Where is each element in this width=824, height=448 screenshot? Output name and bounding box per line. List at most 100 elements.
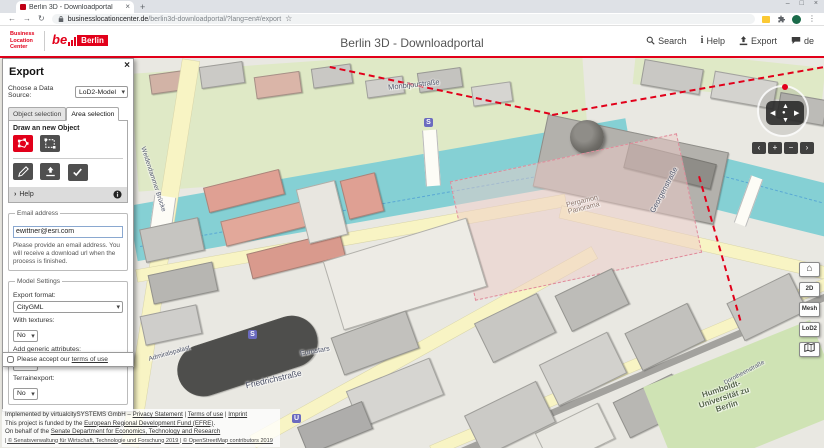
- imprint-link[interactable]: Imprint: [228, 411, 247, 418]
- export-button[interactable]: Export: [739, 36, 777, 46]
- ubahn-badge: U: [292, 414, 301, 423]
- export-label: Export: [750, 35, 777, 46]
- tab-area-selection[interactable]: Area selection: [66, 107, 120, 121]
- reload-icon[interactable]: ↻: [38, 14, 45, 24]
- compass-control[interactable]: ▲ ▼ ◀ ▶ ●: [757, 84, 809, 137]
- browser-menu-icon[interactable]: ⋮: [808, 14, 816, 24]
- tilt-left-button[interactable]: ‹: [752, 142, 766, 154]
- export-format-select[interactable]: CityGML ▾: [13, 301, 123, 313]
- tab-object-selection[interactable]: Object selection: [8, 107, 67, 121]
- data-source-select[interactable]: LoD2-Model ▾: [74, 86, 128, 98]
- site-favicon-icon: [20, 4, 26, 10]
- senate-link[interactable]: Senate Department for Economics, Technol…: [51, 428, 220, 435]
- back-icon[interactable]: ←: [8, 14, 16, 24]
- panel-title: Export: [9, 66, 44, 78]
- search-button[interactable]: Search: [646, 36, 687, 46]
- textures-select[interactable]: No ▾: [13, 329, 38, 342]
- terrain-export-label: Terrainexport:: [13, 375, 55, 382]
- chevron-down-icon: ▾: [116, 304, 120, 311]
- polygon-draw-icon: [17, 138, 29, 148]
- terms-link[interactable]: terms of use: [72, 356, 108, 363]
- chevron-down-icon: ▾: [31, 390, 35, 398]
- confirm-selection-button[interactable]: [67, 163, 88, 181]
- profile-avatar[interactable]: [792, 14, 801, 24]
- terms-prefix: Please accept our: [17, 356, 70, 363]
- view-control-bar: ‹ + − ›: [752, 142, 814, 154]
- model-settings-fieldset: Model Settings Export format: CityGML ▾ …: [8, 278, 128, 405]
- draw-rectangle-button[interactable]: [40, 135, 61, 152]
- folded-map-icon: [804, 342, 815, 353]
- footer-copyright: | © Senatsverwaltung für Wirtschaft, Tec…: [5, 437, 273, 444]
- help-button[interactable]: i Help: [701, 35, 725, 46]
- browser-url-bar: ← → ↻ businesslocationcenter.de/berlin3d…: [0, 13, 824, 26]
- search-label: Search: [658, 35, 687, 46]
- window-close-icon[interactable]: ×: [814, 0, 818, 7]
- terrain-export-value: No: [17, 390, 26, 397]
- email-hint: Please provide an email address. You wil…: [13, 242, 120, 265]
- forward-icon[interactable]: →: [23, 14, 31, 24]
- email-fieldset: Email address Please provide an email ad…: [8, 210, 128, 271]
- export-format-label: Export format:: [13, 292, 56, 299]
- url-domain: businesslocationcenter.de: [67, 15, 149, 23]
- export-upload-icon: [739, 35, 748, 45]
- pan-up-icon[interactable]: ▲: [782, 103, 789, 110]
- privacy-link[interactable]: Privacy Statement: [133, 411, 183, 418]
- window-maximize-icon[interactable]: □: [800, 0, 804, 7]
- new-tab-button[interactable]: +: [140, 2, 145, 12]
- search-icon: [646, 36, 655, 45]
- model-settings-legend: Model Settings: [17, 278, 60, 285]
- map-layer-controls: ⌂ 2D Mesh LoD2: [799, 262, 820, 357]
- data-source-row: Choose a Data Source: LoD2-Model ▾: [8, 85, 128, 99]
- zoom-out-button[interactable]: −: [784, 142, 798, 154]
- terms-of-use-link[interactable]: Terms of use: [188, 411, 223, 418]
- draw-polygon-button[interactable]: [13, 135, 33, 152]
- panel-close-icon[interactable]: ×: [124, 60, 130, 71]
- terms-acceptance-row: Please accept our terms of use: [2, 352, 134, 367]
- extensions-puzzle-icon[interactable]: [777, 15, 785, 23]
- textures-value: No: [17, 332, 26, 339]
- home-view-button[interactable]: ⌂: [799, 262, 820, 277]
- edit-selection-button[interactable]: [13, 163, 33, 180]
- footer-text: .: [213, 419, 216, 427]
- tab-close-icon[interactable]: ×: [125, 3, 130, 11]
- rectangle-select-icon: [44, 138, 56, 149]
- application-window: Berlin 3D - Downloadportal × + – □ × ← →…: [0, 0, 824, 448]
- info-circle-icon: [113, 190, 122, 199]
- pan-left-icon[interactable]: ◀: [770, 110, 775, 117]
- language-button[interactable]: de: [791, 36, 814, 46]
- upload-icon: [46, 166, 55, 177]
- terms-text: Please accept our terms of use: [17, 356, 108, 363]
- tab-title: Berlin 3D - Downloadportal: [29, 3, 113, 11]
- chevron-right-icon: ›: [14, 191, 17, 198]
- lod2-layer-button[interactable]: LoD2: [799, 322, 820, 337]
- data-source-label: Choose a Data Source:: [8, 85, 54, 99]
- terrain-export-select[interactable]: No ▾: [13, 387, 38, 400]
- zoom-in-button[interactable]: +: [768, 142, 782, 154]
- pan-right-icon[interactable]: ▶: [794, 110, 799, 117]
- footer-line-3: On behalf of the Senate Department for E…: [5, 428, 277, 437]
- data-source-value: LoD2-Model: [78, 88, 116, 96]
- url-text: businesslocationcenter.de/berlin3d-downl…: [68, 16, 281, 23]
- footer-text: On behalf of the: [5, 428, 51, 435]
- sbahn-badge: S: [424, 118, 433, 127]
- terms-checkbox[interactable]: [7, 356, 14, 363]
- basemap-button[interactable]: [799, 342, 820, 357]
- north-marker-icon: [782, 84, 788, 90]
- email-input[interactable]: [13, 225, 123, 238]
- window-minimize-icon[interactable]: –: [786, 0, 790, 7]
- browser-tab[interactable]: Berlin 3D - Downloadportal ×: [16, 1, 134, 13]
- view-2d-button[interactable]: 2D: [799, 282, 820, 297]
- pan-down-icon[interactable]: ▼: [782, 117, 789, 124]
- mesh-layer-button[interactable]: Mesh: [799, 302, 820, 317]
- upload-geometry-button[interactable]: [40, 163, 61, 180]
- help-accordion[interactable]: › Help: [9, 187, 127, 202]
- app-header: Business Location Center be Berlin Berli…: [0, 26, 824, 58]
- address-input[interactable]: businesslocationcenter.de/berlin3d-downl…: [51, 14, 755, 24]
- padlock-icon: [58, 16, 63, 22]
- tilt-right-button[interactable]: ›: [800, 142, 814, 154]
- bookmark-star-icon[interactable]: ☆: [285, 14, 292, 24]
- language-label: de: [803, 35, 814, 46]
- extension-icon[interactable]: [762, 15, 770, 23]
- efre-link[interactable]: European Regional Development Fund (EFRE…: [84, 420, 213, 427]
- compass-center-icon[interactable]: ●: [782, 110, 786, 117]
